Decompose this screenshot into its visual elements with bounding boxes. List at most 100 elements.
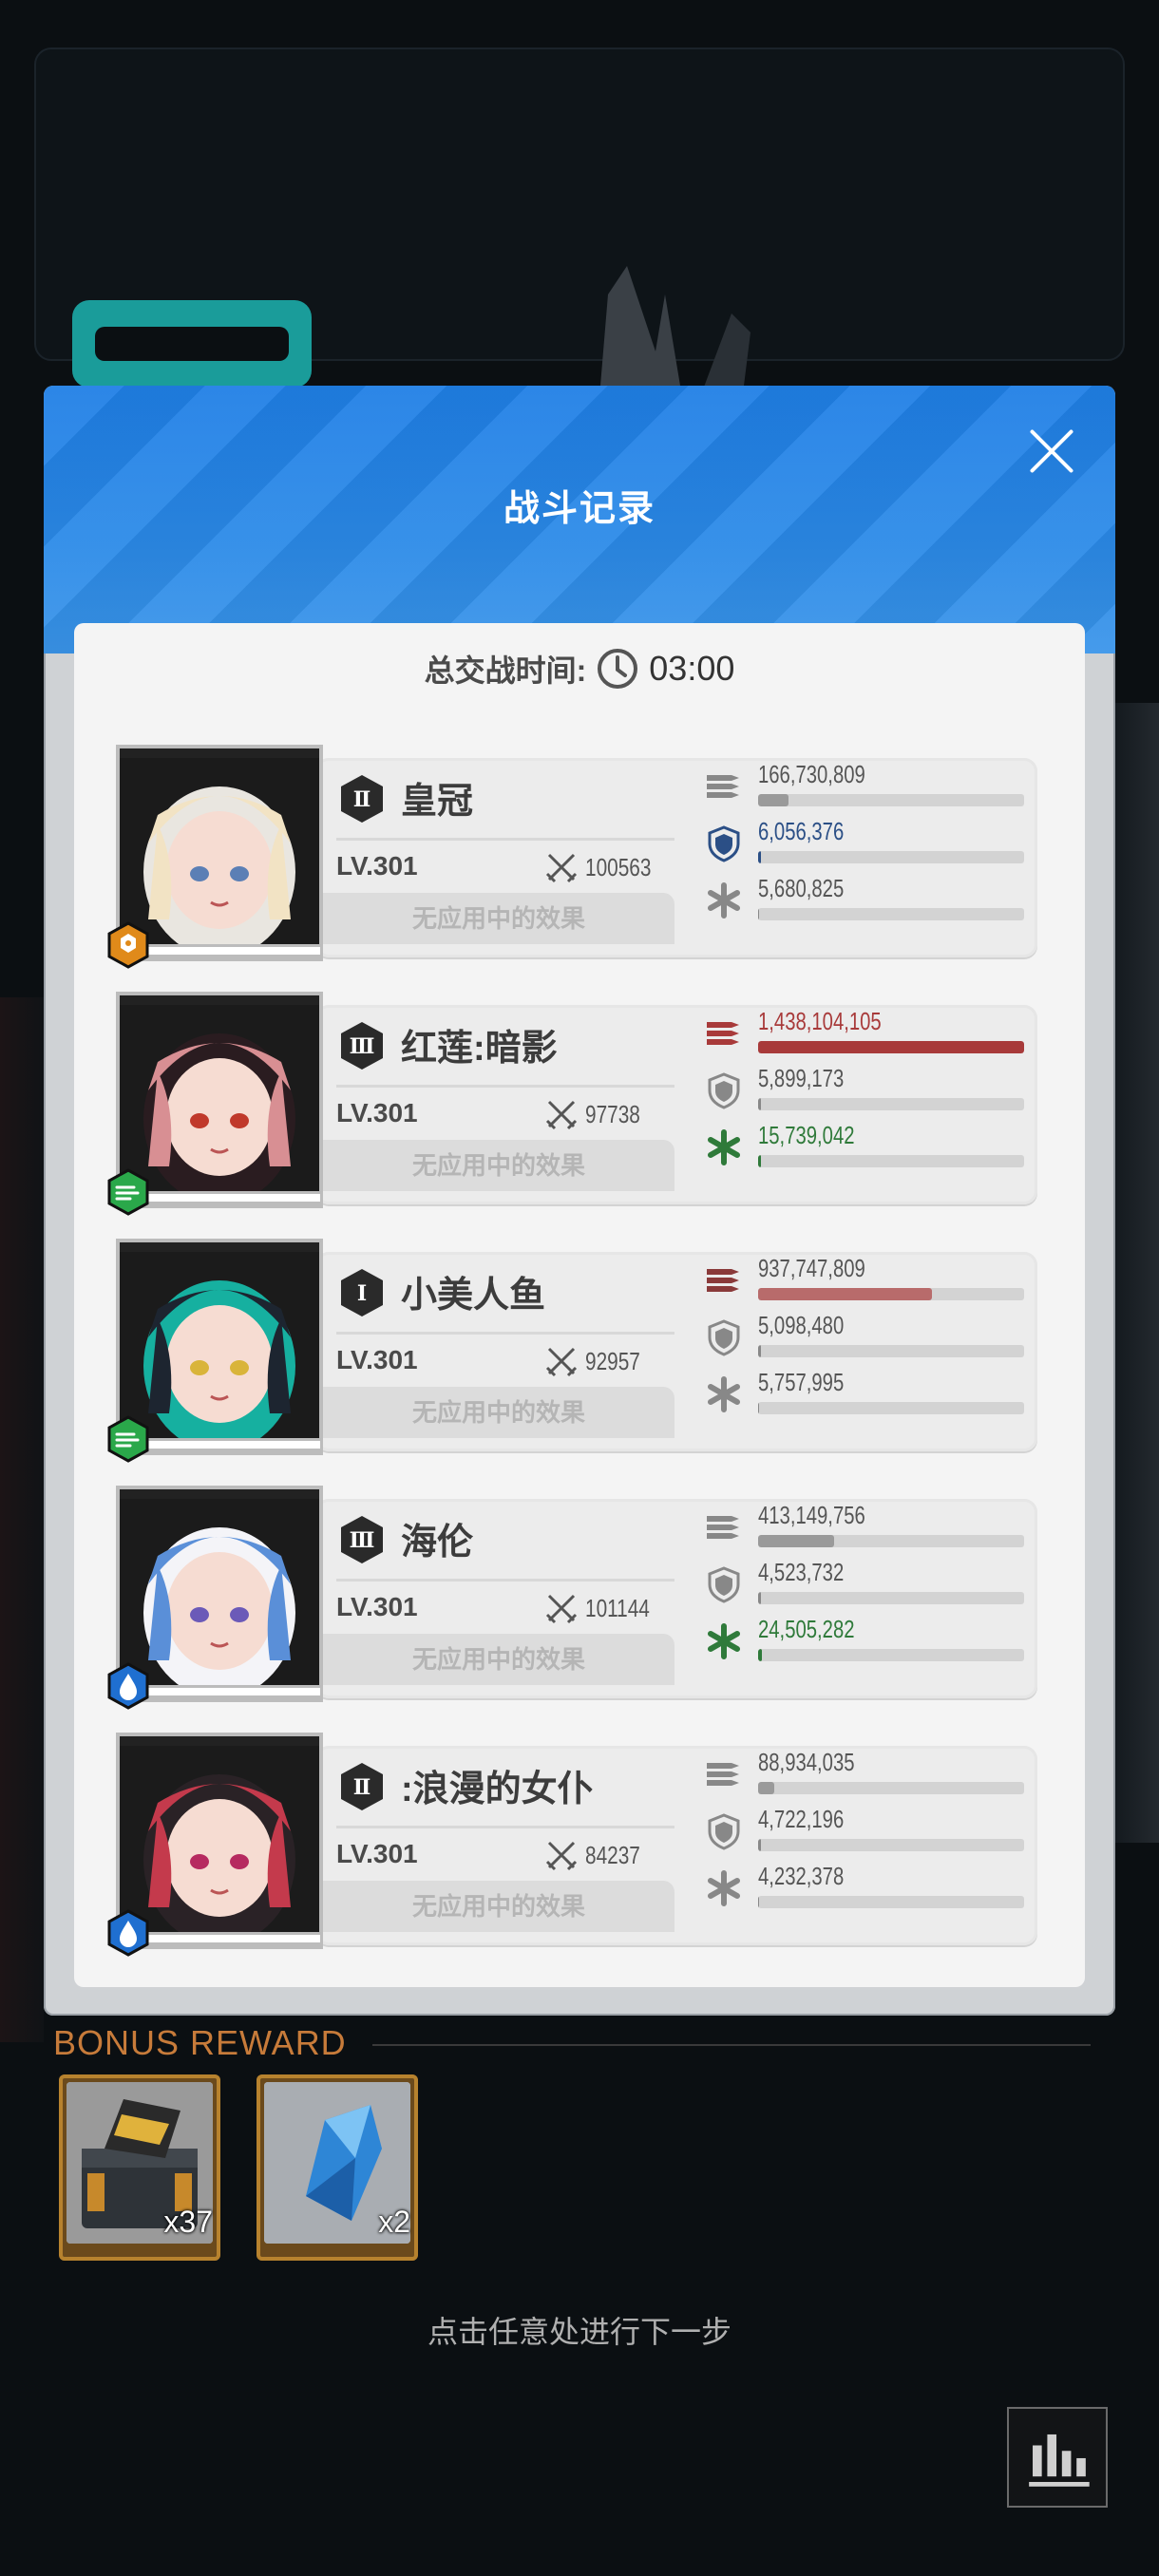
crossed-swords-icon xyxy=(545,1347,578,1377)
reward-count: x37 xyxy=(163,2205,213,2239)
background-right-art xyxy=(1112,703,1159,1843)
duration-value: 03:00 xyxy=(649,649,735,688)
character-card[interactable]: Ⅲ 红莲:暗影 LV.301 97738 无应用中的效果 1,438,104,1… xyxy=(107,992,1037,1216)
shield-value: 5,098,480 xyxy=(758,1311,845,1339)
reward-item-supply-crate[interactable]: x37 xyxy=(59,2074,220,2261)
close-icon[interactable] xyxy=(1026,426,1077,477)
bonus-reward-title: BONUS REWARD xyxy=(53,2023,347,2062)
shield-value: 5,899,173 xyxy=(758,1064,845,1092)
damage-icon xyxy=(707,1516,739,1539)
element-wind-icon xyxy=(107,1415,149,1463)
bonus-divider xyxy=(372,2044,1091,2046)
shield-bar-fill xyxy=(758,851,761,863)
effect-status: 无应用中的效果 xyxy=(323,1140,674,1191)
heal-stat: 24,505,282 xyxy=(705,1615,1024,1672)
heal-icon xyxy=(708,1129,740,1165)
character-name: :浪漫的女仆 xyxy=(401,1770,594,1809)
burst-rank-icon: Ⅲ xyxy=(341,1022,383,1070)
damage-stat: 413,149,756 xyxy=(705,1501,1024,1558)
character-card[interactable]: Ⅰ 小美人鱼 LV.301 92957 无应用中的效果 937,747,809 xyxy=(107,1239,1037,1463)
combat-power: 92957 xyxy=(585,1347,640,1375)
effect-status: 无应用中的效果 xyxy=(323,893,674,944)
combat-power: 84237 xyxy=(585,1841,640,1869)
shield-bar xyxy=(758,1592,1024,1604)
heal-value: 5,680,825 xyxy=(758,874,845,902)
damage-bar xyxy=(758,1782,1024,1794)
combat-power: 100563 xyxy=(585,853,652,881)
burst-rank-icon: Ⅰ xyxy=(341,1269,383,1316)
shield-stat: 4,523,732 xyxy=(705,1558,1024,1615)
svg-text:Ⅲ: Ⅲ xyxy=(350,1528,375,1553)
damage-bar-fill xyxy=(758,1782,775,1794)
heal-bar-fill xyxy=(758,908,760,920)
heal-icon xyxy=(708,1870,740,1906)
character-name: 红莲:暗影 xyxy=(401,1029,558,1069)
crossed-swords-icon xyxy=(545,1594,578,1624)
character-level: LV.301 xyxy=(336,1345,418,1374)
heal-bar-fill xyxy=(758,1649,763,1661)
character-level: LV.301 xyxy=(336,1839,418,1868)
reward-item-blue-crystal[interactable]: x2 xyxy=(256,2074,418,2261)
statistics-button[interactable] xyxy=(1007,2407,1108,2508)
effect-status: 无应用中的效果 xyxy=(323,1634,674,1685)
shield-stat: 5,899,173 xyxy=(705,1064,1024,1121)
name-divider xyxy=(336,838,674,841)
character-card[interactable]: Ⅱ 皇冠 LV.301 100563 无应用中的效果 166,730,809 6… xyxy=(107,745,1037,969)
crossed-swords-icon xyxy=(545,853,578,883)
damage-bar xyxy=(758,1041,1024,1053)
heal-icon xyxy=(708,1376,740,1412)
shield-value: 6,056,376 xyxy=(758,817,845,845)
damage-icon xyxy=(707,1269,739,1292)
heal-icon xyxy=(708,1623,740,1659)
shield-bar-fill xyxy=(758,1839,761,1851)
dialog-title: 战斗记录 xyxy=(503,489,656,529)
heal-bar xyxy=(758,1402,1024,1414)
damage-bar-fill xyxy=(758,1288,932,1300)
name-divider xyxy=(336,1826,674,1828)
shield-bar xyxy=(758,1839,1024,1851)
heal-bar xyxy=(758,1155,1024,1167)
damage-value: 166,730,809 xyxy=(758,760,865,788)
damage-stat: 937,747,809 xyxy=(705,1254,1024,1311)
burst-rank-icon: Ⅱ xyxy=(341,1763,383,1810)
crossed-swords-icon xyxy=(545,1841,578,1871)
crossed-swords-icon xyxy=(545,1100,578,1130)
shield-bar-fill xyxy=(758,1592,761,1604)
damage-value: 413,149,756 xyxy=(758,1501,865,1529)
battle-duration: 总交战时间: 03:00 xyxy=(74,642,1085,695)
character-level: LV.301 xyxy=(336,1098,418,1127)
damage-value: 937,747,809 xyxy=(758,1254,865,1282)
name-divider xyxy=(336,1332,674,1335)
shield-icon xyxy=(708,1072,740,1109)
character-card[interactable]: Ⅲ 海伦 LV.301 101144 无应用中的效果 413,149,756 4… xyxy=(107,1486,1037,1710)
element-wind-icon xyxy=(107,1168,149,1216)
heal-icon xyxy=(708,882,740,919)
damage-bar-fill xyxy=(758,794,789,806)
damage-bar-fill xyxy=(758,1535,835,1547)
damage-stat: 1,438,104,105 xyxy=(705,1007,1024,1064)
svg-text:Ⅰ: Ⅰ xyxy=(357,1281,367,1306)
heal-value: 5,757,995 xyxy=(758,1368,845,1396)
heal-stat: 5,757,995 xyxy=(705,1368,1024,1425)
damage-value: 1,438,104,105 xyxy=(758,1007,882,1035)
heal-bar-fill xyxy=(758,1402,760,1414)
damage-icon xyxy=(707,1022,739,1045)
character-card[interactable]: Ⅱ :浪漫的女仆 LV.301 84237 无应用中的效果 88,934,035 xyxy=(107,1733,1037,1957)
damage-stat: 88,934,035 xyxy=(705,1748,1024,1805)
shield-stat: 4,722,196 xyxy=(705,1805,1024,1862)
reward-count: x2 xyxy=(378,2205,410,2239)
heal-bar xyxy=(758,908,1024,920)
element-water-icon xyxy=(107,1909,149,1957)
heal-value: 24,505,282 xyxy=(758,1615,855,1643)
effect-status: 无应用中的效果 xyxy=(323,1881,674,1932)
burst-rank-icon: Ⅲ xyxy=(341,1516,383,1563)
heal-value: 4,232,378 xyxy=(758,1862,845,1890)
character-level: LV.301 xyxy=(336,1592,418,1621)
background-shard xyxy=(598,266,750,408)
shield-icon xyxy=(708,1566,740,1603)
element-iron-icon xyxy=(107,921,149,969)
element-water-icon xyxy=(107,1662,149,1710)
dialog-header: 战斗记录 xyxy=(44,386,1115,653)
burst-rank-icon: Ⅱ xyxy=(341,775,383,823)
continue-hint[interactable]: 点击任意处进行下一步 xyxy=(0,2308,1159,2352)
